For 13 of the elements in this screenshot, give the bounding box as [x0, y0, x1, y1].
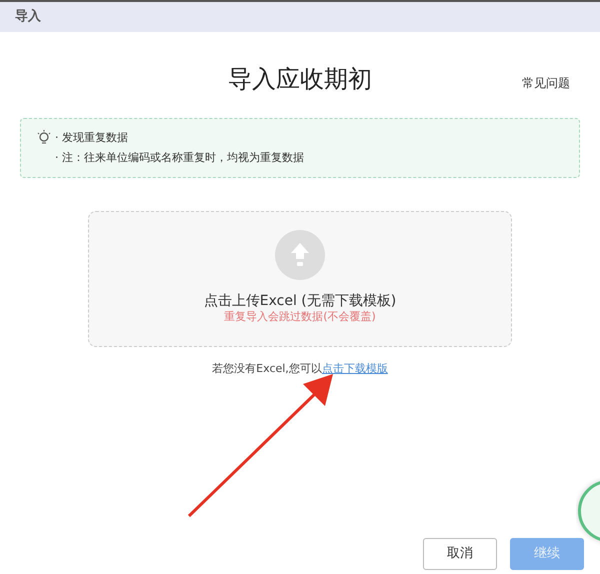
upload-label: 点击上传Excel (无需下载模板)	[204, 292, 396, 310]
upload-warning: 重复导入会跳过数据(不会覆盖)	[224, 310, 376, 324]
lightbulb-icon	[37, 130, 51, 146]
notice-text: · 发现重复数据	[55, 130, 128, 146]
help-link[interactable]: 常见问题	[522, 74, 570, 92]
cancel-button[interactable]: 取消	[423, 538, 497, 570]
upload-area[interactable]: 点击上传Excel (无需下载模板) 重复导入会跳过数据(不会覆盖)	[88, 211, 512, 347]
download-template-link[interactable]: 点击下载模版	[322, 362, 388, 375]
notice-text: · 注：往来单位编码或名称重复时，均视为重复数据	[55, 150, 304, 166]
window-title: 导入	[15, 8, 41, 26]
upload-icon	[275, 230, 325, 280]
page-heading: 导入应收期初	[228, 64, 372, 95]
template-hint: 若您没有Excel,您可以	[212, 362, 322, 375]
